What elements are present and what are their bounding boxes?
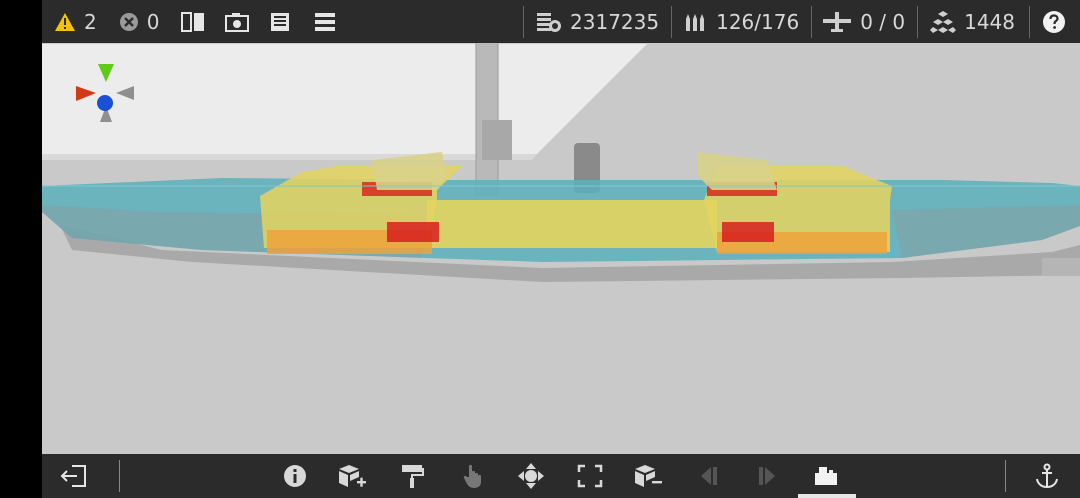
axis-x-handle <box>76 86 96 101</box>
camera-button[interactable] <box>225 0 250 43</box>
help-button[interactable] <box>1042 0 1066 43</box>
ammo-stat: 126/176 <box>684 0 799 43</box>
exit-button[interactable] <box>52 454 96 498</box>
paint-button[interactable] <box>390 454 434 498</box>
3d-viewport[interactable] <box>42 0 1080 498</box>
move-icon <box>518 463 544 489</box>
blocks-stat: 1448 <box>930 0 1015 43</box>
aircraft-value: 0 / 0 <box>860 9 906 34</box>
divider <box>523 5 525 38</box>
armor-view-icon <box>815 467 837 485</box>
frame-button[interactable] <box>568 454 612 498</box>
ship-scene <box>42 0 1080 282</box>
add-block-icon <box>339 465 366 487</box>
divider <box>811 5 813 38</box>
ammo-value: 126/176 <box>716 9 800 34</box>
cost-icon <box>537 12 562 32</box>
split-view-button[interactable] <box>181 0 205 43</box>
help-icon <box>1043 10 1065 33</box>
top-toolbar: 2 0 2317235 126/176 0 / 0 1448 <box>42 0 1080 43</box>
menu-icon <box>315 12 336 31</box>
blocks-icon <box>930 10 957 33</box>
menu-button[interactable] <box>315 0 336 43</box>
split-view-icon <box>181 11 205 32</box>
info-icon <box>284 465 306 487</box>
aircraft-stat: 0 / 0 <box>822 0 905 43</box>
step-back-icon <box>701 467 717 485</box>
warnings-count: 2 <box>84 9 97 34</box>
info-button[interactable] <box>273 454 317 498</box>
cost-stat: 2317235 <box>536 0 659 43</box>
step-forward-button[interactable] <box>745 454 789 498</box>
axis-y-handle <box>98 64 114 82</box>
warning-triangle-icon <box>55 12 75 31</box>
axis-gizmo[interactable] <box>72 60 140 128</box>
error-x-icon <box>119 12 138 31</box>
move-button[interactable] <box>509 454 553 498</box>
step-forward-icon <box>759 467 775 485</box>
axis-z-handle <box>97 95 113 111</box>
save-icon <box>271 12 290 31</box>
armor-view-button[interactable] <box>804 454 848 498</box>
add-block-button[interactable] <box>330 454 374 498</box>
blocks-value: 1448 <box>964 9 1015 34</box>
camera-icon <box>225 12 250 32</box>
frame-icon <box>577 464 603 488</box>
remove-block-button[interactable] <box>626 454 670 498</box>
warnings-indicator[interactable]: 2 <box>54 0 97 43</box>
errors-count: 0 <box>146 9 160 34</box>
divider <box>1005 460 1006 492</box>
divider <box>1029 5 1030 38</box>
paint-roller-icon <box>402 465 424 488</box>
ammo-icon <box>686 13 705 31</box>
cost-value: 2317235 <box>570 9 660 34</box>
citadel-middle <box>427 200 717 248</box>
save-button[interactable] <box>270 0 290 43</box>
magazine-aft <box>722 222 774 242</box>
touch-button[interactable] <box>451 454 495 498</box>
anchor-icon <box>1036 463 1058 489</box>
anchor-button[interactable] <box>1025 454 1069 498</box>
bottom-toolbar <box>42 454 1080 498</box>
turret-aft <box>697 152 777 190</box>
step-back-button[interactable] <box>687 454 731 498</box>
remove-block-icon <box>635 465 662 487</box>
axis-neg-x-handle <box>116 86 134 100</box>
aircraft-icon <box>823 11 852 32</box>
errors-indicator[interactable]: 0 <box>119 0 160 43</box>
divider <box>917 5 919 38</box>
divider <box>119 460 120 492</box>
exit-icon <box>60 465 86 487</box>
magazine-forward <box>387 222 439 242</box>
divider <box>671 5 673 38</box>
active-tab-indicator <box>798 494 856 498</box>
touch-icon <box>463 464 481 488</box>
